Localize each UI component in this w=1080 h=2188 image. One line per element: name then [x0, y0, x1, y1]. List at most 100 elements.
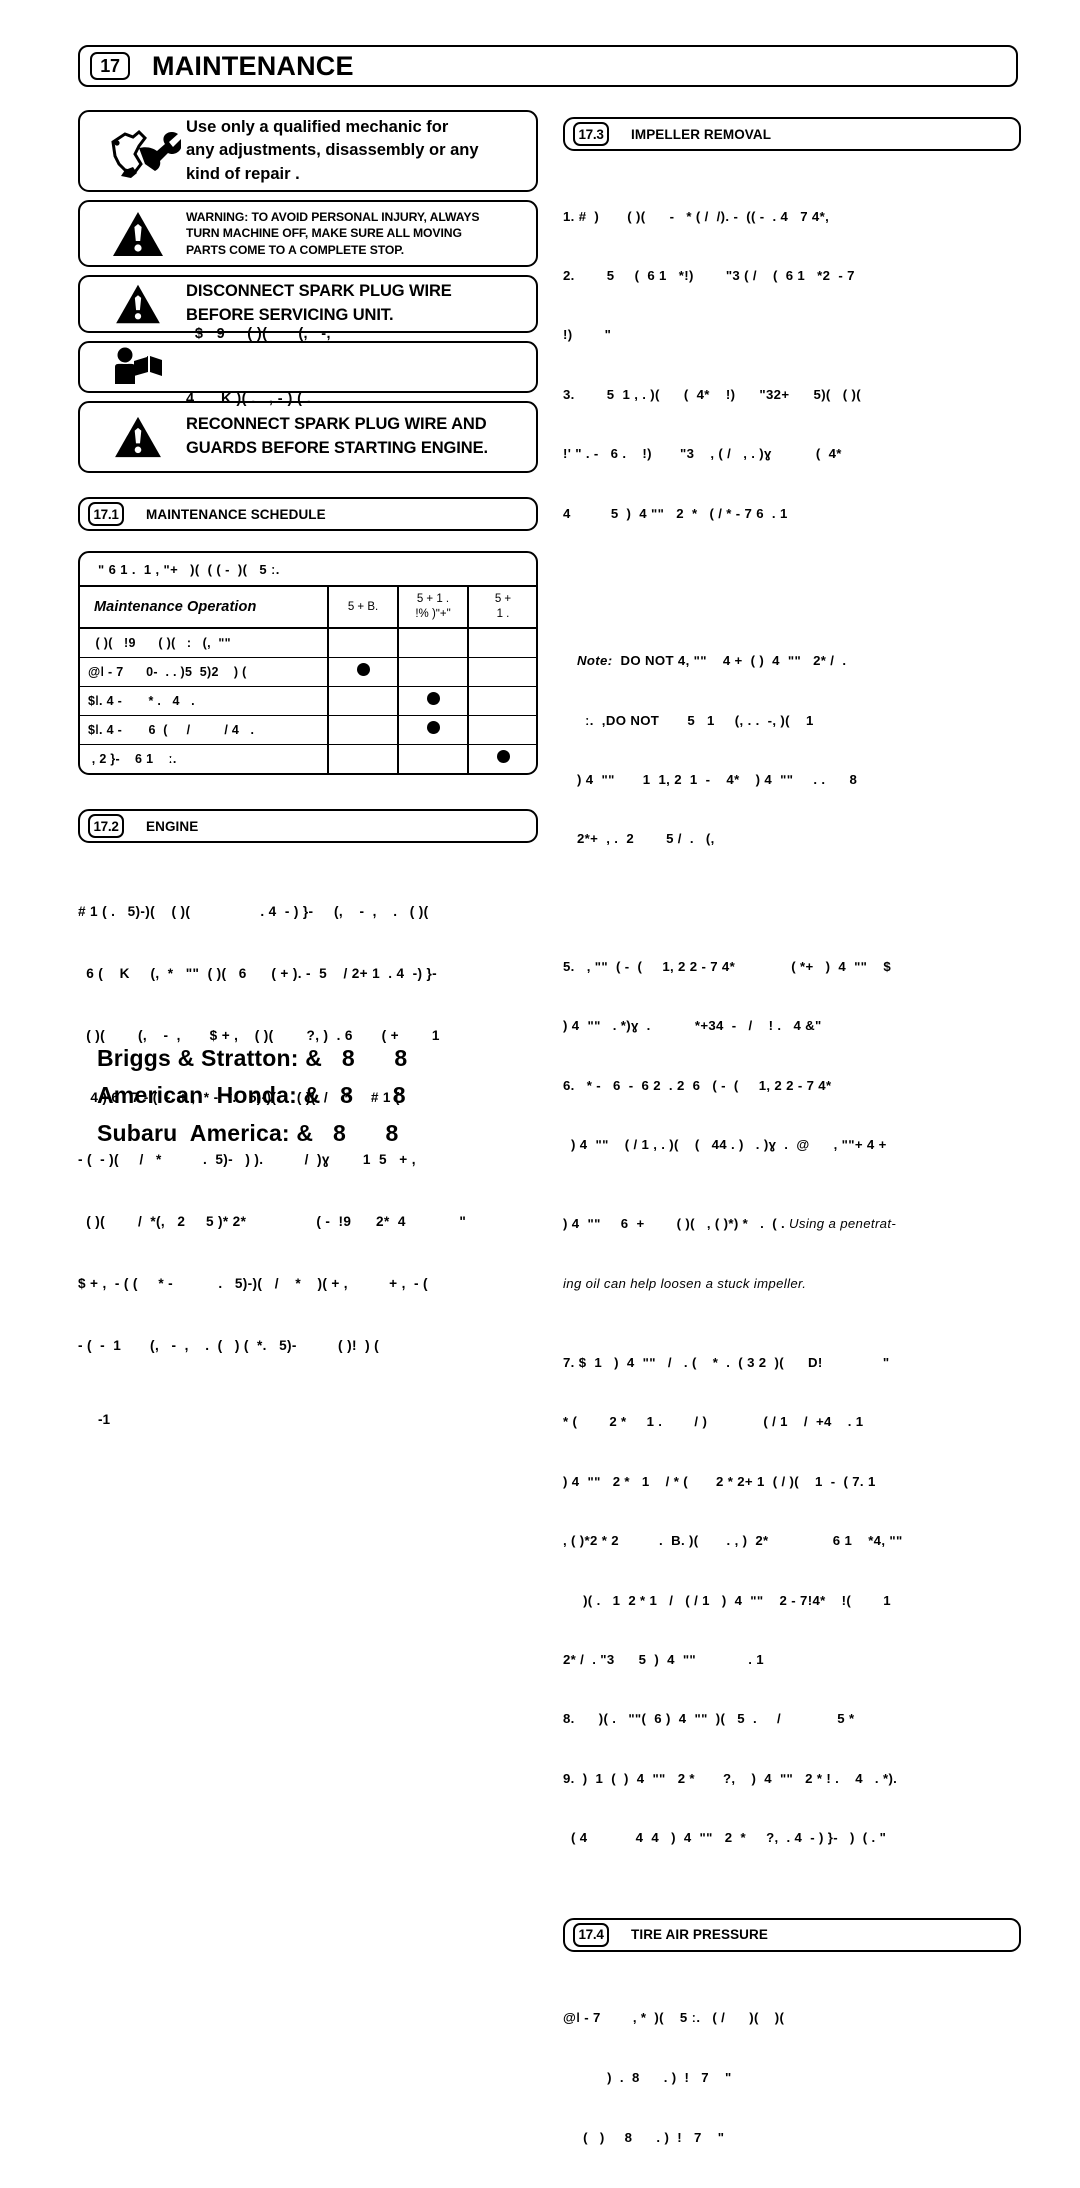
note-line-2-rest: 5 1 (, . . -, )( 1	[659, 712, 814, 728]
check-dot	[356, 663, 370, 676]
schedule-table: Maintenance Operation 5 + B. 5 + 1 . !% …	[80, 587, 536, 774]
table-cell-mark-1	[328, 715, 399, 745]
engine-line-8: - ( - 1 (, - , . ( ) ( *. 5)‐ ( )ǃ ) (	[78, 1338, 379, 1354]
mechanic-line-2: any adjustments, disassembly or any	[186, 141, 479, 160]
table-cell-mark-3	[468, 745, 536, 774]
table-row: @ǀ - 7 0- . . )5 5)2 ) (	[80, 657, 536, 687]
table-header-interval-2: 5 + 1 . !% )ʺ+"	[398, 587, 469, 629]
tire-line-3: ( ) 8 . ) ! 7 "	[563, 2130, 725, 2146]
table-cell-mark-1	[328, 744, 399, 773]
impeller-step-5: 5. , ʺʺ ( - ( 1, 2 2 - 7 4* ( *+ ) 4 ʺʺ …	[563, 959, 892, 975]
mechanic-wrench-icon	[90, 120, 186, 182]
impeller-step-4: 4 5 ) 4 ʺʺ 2 * ( / * - 7 6 . 1	[563, 505, 788, 521]
impeller-step-9-cont: ( 4 4 4 ) 4 ʺʺ 2 * ?, . 4 - ) }‐ ) ( . "	[563, 1830, 887, 1846]
warning-triangle-icon	[90, 283, 186, 325]
table-cell-mark-1	[328, 628, 399, 658]
brand-subaru-america: Subaru America: & 8 8	[97, 1119, 399, 1146]
impeller-step-1: 1. # ) ( )( - * ( / /). - (( - . 4 7 4*,	[563, 208, 830, 224]
impeller-step-7-cont-3: , ( )*2 * 2 . B. )( . , ) 2* 6 1 *4, ʺʺ	[563, 1533, 903, 1549]
header-label-interval-2: 5 + 1 . !% )ʺ+"	[415, 593, 451, 620]
read-manual-line-2: 4 K )( . , - ) ( .	[186, 390, 312, 407]
table-header-interval-1: 5 + B.	[328, 587, 399, 629]
read-manual-line-1: $ 9 ( )( (, -,	[186, 325, 331, 342]
impeller-note-block: Note: DO NOT 4, ʺʺ 4 + ( ) 4 ʺʺ 2* / . ː…	[563, 612, 1021, 889]
table-cell-mark-1	[328, 657, 399, 687]
tire-air-pressure-body: @ǀ - 7 , * )( 5 ː. ( / )( )( ) . 8 . ) !…	[563, 1968, 1021, 2188]
table-cell-mark-3	[468, 715, 536, 745]
table-header-row: Maintenance Operation 5 + B. 5 + 1 . !% …	[80, 587, 536, 629]
engine-line-2: 6 ( K (, * ʺʺ ( )( 6 ( + ). - 5 / 2+ 1 .…	[78, 966, 438, 982]
row-operation-label: ( )( !9 ( )( : (, ʺʺ	[88, 636, 231, 650]
section-header-engine: 17.2 ENGINE	[78, 809, 538, 843]
section-title-tire-air-pressure: TIRE AIR PRESSURE	[631, 1927, 768, 1943]
warning-line-3: PARTS COME TO A COMPLETE STOP.	[186, 242, 404, 257]
notice-qualified-mechanic: Use only a qualified mechanic for any ad…	[78, 110, 538, 192]
check-dot	[426, 721, 440, 734]
impeller-step-2: 2. 5 ( 6 1 *!) "3 ( / ( 6 1 *2 - 7	[563, 267, 855, 283]
table-row: ( )( !9 ( )( : (, ʺʺ	[80, 628, 536, 658]
table-row: , 2 }‐ 6 1 ː.	[80, 744, 536, 774]
table-header-operation: Maintenance Operation	[80, 587, 329, 629]
section-title-impeller-removal: IMPELLER REMOVAL	[631, 126, 772, 142]
schedule-table-body: Maintenance Operation 5 + B. 5 + 1 . !% …	[80, 587, 536, 774]
impeller-step-5-cont: ) 4 ʺʺ . *)ɣ . *+34 - / ! . 4 &"	[563, 1018, 822, 1034]
engine-trailing-line: -1	[98, 1412, 111, 1428]
table-cell-operation: ( )( !9 ( )( : (, ʺʺ	[80, 628, 329, 658]
chapter-header-bar: 17 MAINTENANCE	[78, 45, 1018, 87]
table-cell-mark-2	[398, 715, 469, 745]
section-title-engine: ENGINE	[146, 818, 199, 834]
reconnect-line-1: RECONNECT SPARK PLUG WIRE AND	[186, 415, 487, 434]
table-cell-mark-2	[398, 744, 469, 773]
section-number-17-2: 17.2	[88, 814, 124, 838]
note-line-2-pre: ː. ,	[577, 712, 606, 728]
table-header-interval-3: 5 + 1 .	[468, 587, 536, 629]
penetrating-prefix: ) 4 ʺʺ 6 + ( )( , ( )*) * . ( .	[563, 1216, 790, 1232]
check-dot	[496, 750, 510, 763]
notice-read-manual: $ 9 ( )( (, -, 4 K )( . , - ) ( .	[78, 326, 538, 407]
table-cell-operation: , 2 }‐ 6 1 ː.	[80, 744, 329, 773]
mechanic-line-1: Use only a qualified mechanic for	[186, 117, 449, 136]
section-header-impeller-removal: 17.3 IMPELLER REMOVAL	[563, 117, 1021, 151]
section-number-17-3: 17.3	[573, 122, 609, 146]
table-cell-mark-1	[328, 686, 399, 716]
notice-warning-personal-injury: WARNING: TO AVOID PERSONAL INJURY, ALWAY…	[78, 200, 538, 267]
table-cell-operation: $ǀ. 4 - 6 ( / / 4 .	[80, 715, 329, 745]
table-row: $ǀ. 4 - 6 ( / / 4 .	[80, 715, 536, 745]
engine-line-6: ( )( / *(, 2 5 )* 2* ( - !9 2* 4 "	[78, 1214, 467, 1230]
row-operation-label: @ǀ - 7 0- . . )5 5)2 ) (	[88, 665, 247, 679]
section-header-tire-air-pressure: 17.4 TIRE AIR PRESSURE	[563, 1917, 1021, 1952]
note-do-not-1: DO NOT	[620, 653, 674, 669]
check-dot	[426, 692, 440, 705]
row-operation-label: $ǀ. 4 - * . 4 .	[88, 694, 195, 708]
table-cell-mark-2	[398, 657, 469, 687]
note-label: Note:	[577, 653, 613, 669]
header-label-interval-3: 5 + 1 .	[494, 593, 512, 620]
impeller-step-2-cont: !) "	[563, 327, 612, 343]
tire-line-1: @ǀ - 7 , * )( 5 ː. ( / )( )(	[563, 2009, 785, 2025]
impeller-step-7-cont-2: ) 4 ʺʺ 2 * 1 / * ( 2 * 2+ 1 ( / )( 1 - (…	[563, 1473, 876, 1489]
schedule-table-caption: ʺ 6 1 . 1 , ʺ+ )( ( ( - )( 5 ː.	[80, 553, 536, 587]
note-line-2: ː. ,DO NOT 5 1 (, . . -, )( 1	[577, 711, 1021, 731]
engine-line-7: $ + , - ( ( * - . 5)‐)( / * )( + , + , -…	[78, 1276, 428, 1292]
penetrating-italic-2: ing oil can help loosen a stuck impeller…	[563, 1275, 807, 1291]
maintenance-schedule-table: ʺ 6 1 . 1 , ʺ+ )( ( ( - )( 5 ː. Maintena…	[78, 551, 538, 775]
section-header-maintenance-schedule: 17.1 MAINTENANCE SCHEDULE	[78, 497, 538, 531]
page-title: MAINTENANCE	[152, 50, 354, 81]
note-line-1-rest: 4, ʺʺ 4 + ( ) 4 ʺʺ 2* / .	[673, 653, 847, 669]
read-manual-icon	[90, 346, 186, 388]
row-operation-label: $ǀ. 4 - 6 ( / / 4 .	[88, 723, 255, 737]
table-cell-mark-2	[398, 686, 469, 716]
header-label-operation: Maintenance Operation	[94, 599, 257, 615]
tire-line-2: ) . 8 . ) ! 7 "	[563, 2069, 732, 2085]
impeller-step-7-cont-5: 2* / . "3 5 ) 4 ʺʺ . 1	[563, 1651, 764, 1667]
note-line-3: ) 4 ʺʺ 1 1, 2 1 - 4* ) 4 ʺʺ . . 8	[577, 771, 858, 787]
note-line-1: Note: DO NOT 4, ʺʺ 4 + ( ) 4 ʺʺ 2* / .	[577, 651, 1021, 671]
notice-reconnect-text: RECONNECT SPARK PLUG WIRE AND GUARDS BEF…	[186, 413, 526, 460]
section-number-17-1: 17.1	[88, 502, 124, 526]
table-cell-mark-3	[468, 657, 536, 687]
engine-line-1: # 1 ( . 5)‐)( ( )( . 4 - ) }‐ (, - , . (…	[78, 904, 429, 920]
engine-line-5: - ( - )( / * . 5)‐ ) ). / )ɣ 1 5 + ,	[78, 1152, 416, 1168]
table-cell-operation: @ǀ - 7 0- . . )5 5)2 ) (	[80, 657, 329, 687]
reconnect-line-2: GUARDS BEFORE STARTING ENGINE.	[186, 439, 488, 457]
warning-triangle-icon	[90, 210, 186, 258]
